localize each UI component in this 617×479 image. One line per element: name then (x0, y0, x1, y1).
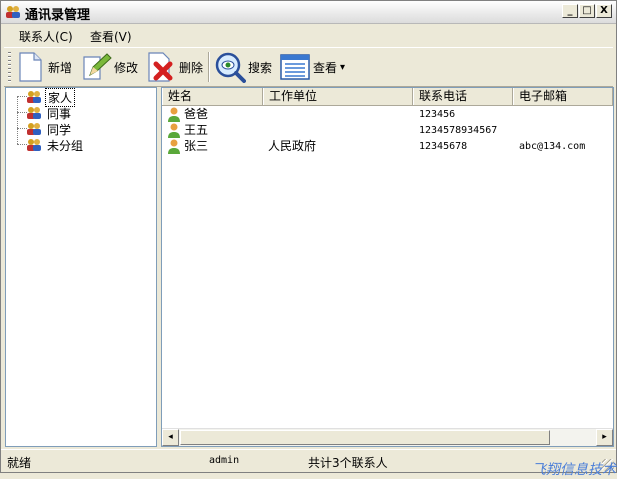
new-document-icon (19, 52, 42, 82)
app-window: 通讯录管理 _ □ X 联系人(C) 查看(V) 新增 修改 删除 搜索 查看 … (0, 0, 617, 478)
column-header-email[interactable]: 电子邮箱 (513, 88, 613, 105)
table-row[interactable]: 王五 1234578934567 (162, 122, 613, 139)
watermark-text: 飞翔信息技术 (532, 462, 616, 478)
menu-bar: 联系人(C) 查看(V) (1, 24, 616, 46)
contact-name: 王五 (184, 123, 209, 137)
delete-label: 删除 (179, 60, 204, 75)
tree-connector (17, 96, 18, 144)
tree-item-label: 同事 (47, 106, 72, 121)
group-people-icon (27, 123, 41, 135)
status-ready: 就绪 (7, 456, 32, 470)
menu-view[interactable]: 查看(V) (90, 28, 132, 45)
contact-person-icon (168, 107, 180, 122)
column-header-phone[interactable]: 联系电话 (413, 88, 513, 105)
tree-item-colleagues[interactable]: 同事 (26, 105, 73, 121)
column-header-name[interactable]: 姓名 (162, 88, 263, 105)
group-tree[interactable]: 家人 同事 同学 未分组 (5, 87, 157, 447)
tree-item-ungrouped[interactable]: 未分组 (26, 137, 85, 153)
group-people-icon (27, 107, 41, 119)
scroll-left-button[interactable]: ◂ (162, 429, 179, 446)
delete-button[interactable]: 删除 (145, 50, 203, 84)
tree-item-label: 同学 (47, 122, 72, 137)
status-bar: 就绪 admin 共计3个联系人 (1, 449, 616, 473)
edit-pencil-icon (83, 53, 112, 80)
add-label: 新增 (48, 60, 73, 75)
contact-person-icon (168, 139, 180, 154)
toolbar: 新增 修改 删除 搜索 查看 ▾ (4, 47, 613, 87)
search-button[interactable]: 搜索 (214, 50, 272, 84)
view-label: 查看 (313, 60, 338, 75)
tree-item-family[interactable]: 家人 (26, 87, 76, 107)
table-row[interactable]: 爸爸 123456 (162, 106, 613, 123)
contact-phone: 1234578934567 (419, 125, 498, 136)
delete-x-icon (148, 52, 173, 82)
status-contact-count: 共计3个联系人 (308, 456, 388, 470)
contact-company: 人民政府 (268, 139, 317, 153)
minimize-button[interactable]: _ (562, 4, 578, 18)
contact-phone: 12345678 (419, 141, 468, 152)
view-dropdown-button[interactable]: 查看 ▾ (279, 50, 345, 84)
close-button[interactable]: X (596, 4, 612, 18)
group-people-icon (27, 139, 41, 151)
view-list-icon (280, 54, 310, 80)
tree-item-label: 未分组 (47, 138, 84, 153)
window-title: 通讯录管理 (25, 8, 91, 23)
toolbar-separator (208, 52, 210, 82)
add-button[interactable]: 新增 (14, 50, 72, 84)
list-header: 姓名 工作单位 联系电话 电子邮箱 (162, 88, 613, 106)
title-bar[interactable]: 通讯录管理 _ □ X (1, 1, 616, 24)
edit-button[interactable]: 修改 (80, 50, 138, 84)
menu-contacts[interactable]: 联系人(C) (19, 28, 73, 45)
group-people-icon (27, 91, 41, 103)
status-user: admin (209, 455, 240, 466)
edit-label: 修改 (114, 60, 139, 75)
tree-item-classmates[interactable]: 同学 (26, 121, 73, 137)
search-magnifier-icon (215, 52, 246, 83)
contact-name: 爸爸 (184, 107, 209, 121)
scrollbar-thumb[interactable] (180, 430, 550, 445)
contact-list[interactable]: 姓名 工作单位 联系电话 电子邮箱 爸爸 123456 王五 123457893… (161, 87, 614, 447)
contact-person-icon (168, 123, 180, 138)
contact-email: abc@134.com (519, 141, 586, 152)
search-label: 搜索 (248, 60, 273, 75)
toolbar-grip[interactable] (8, 52, 11, 82)
contacts-app-icon (6, 6, 20, 18)
column-header-company[interactable]: 工作单位 (263, 88, 413, 105)
chevron-down-icon: ▾ (340, 61, 346, 73)
contact-name: 张三 (184, 139, 209, 153)
maximize-button[interactable]: □ (579, 4, 595, 18)
table-row[interactable]: 张三 人民政府 12345678 abc@134.com (162, 138, 613, 155)
contact-phone: 123456 (419, 109, 456, 120)
scroll-right-button[interactable]: ▸ (596, 429, 613, 446)
horizontal-scrollbar[interactable]: ◂ ▸ (162, 428, 613, 446)
